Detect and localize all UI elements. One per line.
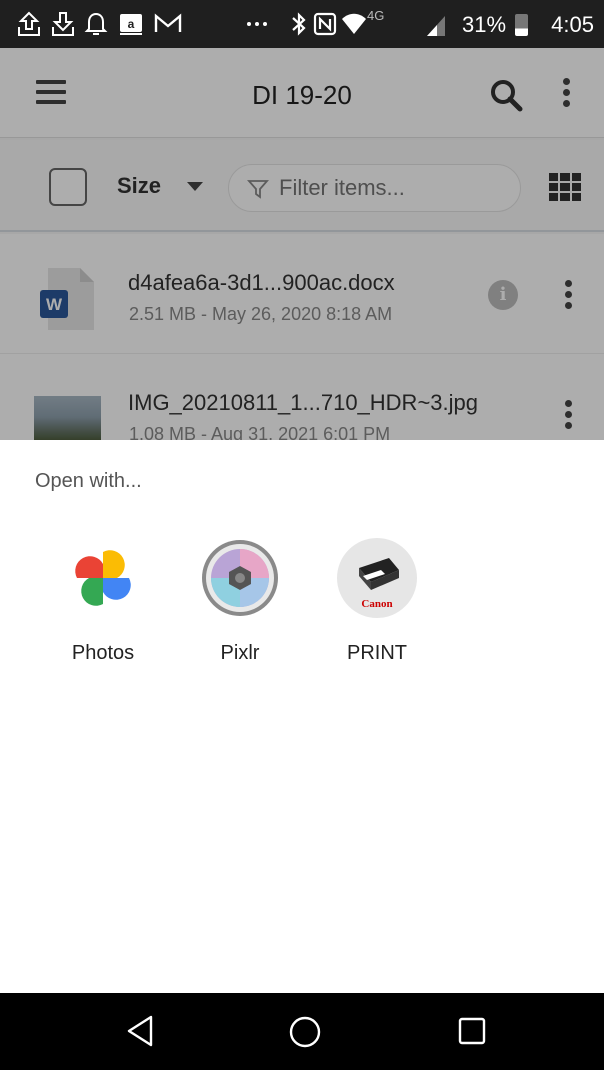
battery-percent: 31% [462, 12, 507, 37]
battery-icon [515, 14, 528, 36]
app-label: Pixlr [220, 642, 260, 664]
app-choice-pixlr[interactable]: Pixlr [170, 538, 310, 678]
canon-print-icon: Canon [337, 538, 417, 618]
download-icon [52, 12, 74, 36]
notification-bell-icon [84, 12, 108, 35]
upload-icon [18, 11, 40, 36]
signal-icon [427, 16, 445, 36]
app-label: PRINT [347, 642, 407, 664]
svg-text:a: a [128, 17, 135, 31]
pixlr-icon [202, 540, 278, 616]
clock: 4:05 [551, 12, 594, 37]
navigation-bar [0, 993, 604, 1070]
app-choice-photos[interactable]: Photos [33, 538, 173, 678]
nfc-icon [313, 12, 337, 36]
svg-text:Canon: Canon [361, 598, 392, 610]
phone-screen: a 4G 31% 4:05 DI 19-20 Size Filter items… [0, 0, 604, 1070]
gmail-icon [154, 13, 182, 32]
sheet-title: Open with... [35, 470, 142, 492]
wifi-icon [342, 13, 366, 34]
home-icon[interactable] [288, 1015, 322, 1049]
more-notifications-icon [247, 22, 267, 26]
amazon-icon: a [120, 14, 142, 35]
open-with-sheet: Open with... Photos Pixlr Canon PRINT [0, 440, 604, 993]
app-label: Photos [71, 642, 135, 664]
status-bar: a 4G 31% 4:05 [0, 0, 604, 48]
recents-icon[interactable] [457, 1015, 487, 1047]
google-photos-icon [75, 550, 131, 606]
scrim-overlay[interactable] [0, 48, 604, 440]
app-choice-print[interactable]: Canon PRINT [307, 538, 447, 678]
bluetooth-icon [292, 12, 306, 36]
back-icon[interactable] [126, 1015, 154, 1047]
network-type: 4G [367, 8, 385, 23]
